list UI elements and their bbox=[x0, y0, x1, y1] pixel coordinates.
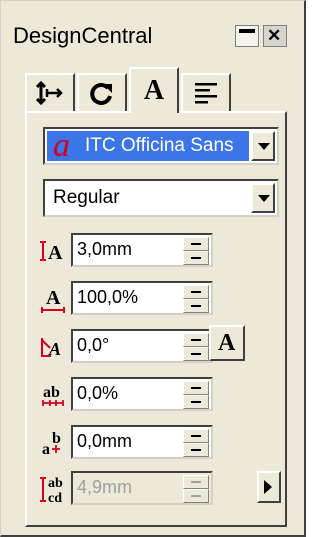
font-name-value[interactable]: a ITC Officina Sans bbox=[47, 131, 249, 161]
font-name-combobox[interactable]: a ITC Officina Sans bbox=[43, 127, 279, 165]
tab-character[interactable]: A bbox=[129, 67, 179, 113]
spin-down-button[interactable] bbox=[183, 299, 209, 313]
font-size-row: A 3,0mm bbox=[39, 233, 279, 269]
spin-down-button[interactable] bbox=[183, 489, 209, 503]
svg-text:cd: cd bbox=[48, 491, 62, 504]
spin-up-button[interactable] bbox=[183, 285, 209, 299]
horizontal-scale-spinner[interactable] bbox=[183, 285, 209, 313]
slant-angle-spinner[interactable] bbox=[183, 333, 209, 361]
close-icon: ✕ bbox=[267, 26, 282, 45]
spin-down-button[interactable] bbox=[183, 395, 209, 409]
design-central-window: DesignCentral ✕ A a ITC Officina Sans Re… bbox=[0, 0, 306, 537]
font-size-icon: A bbox=[40, 241, 63, 264]
slant-angle-input[interactable]: 0,0° bbox=[71, 329, 213, 363]
font-size-input[interactable]: 3,0mm bbox=[71, 233, 213, 267]
character-panel: a ITC Officina Sans Regular bbox=[25, 111, 287, 527]
spacing-arrows-icon bbox=[35, 80, 63, 106]
letter-a-icon: A bbox=[143, 75, 165, 106]
svg-text:ab: ab bbox=[48, 476, 63, 491]
character-spacing-spinner[interactable] bbox=[183, 381, 209, 409]
svg-text:A: A bbox=[48, 339, 61, 359]
style-dropdown-button[interactable] bbox=[251, 183, 275, 213]
horizontal-scale-row: A 100,0% bbox=[39, 281, 279, 317]
window-title: DesignCentral bbox=[13, 23, 153, 48]
tab-strip: A bbox=[25, 67, 265, 113]
character-spacing-icon: ab bbox=[42, 384, 64, 406]
svg-text:A: A bbox=[46, 287, 61, 309]
font-style-combobox[interactable]: Regular bbox=[43, 179, 279, 217]
spin-up-button[interactable] bbox=[183, 429, 209, 443]
baseline-offset-spinner[interactable] bbox=[183, 429, 209, 457]
close-button[interactable]: ✕ bbox=[263, 25, 287, 47]
slant-angle-icon: A bbox=[41, 338, 61, 359]
line-spacing-menu-button[interactable] bbox=[257, 471, 281, 503]
tab-rotate[interactable] bbox=[77, 73, 127, 111]
baseline-offset-input[interactable]: 0,0mm bbox=[71, 425, 213, 459]
horizontal-scale-icon: A bbox=[41, 287, 65, 313]
svg-text:A: A bbox=[48, 242, 63, 264]
title-bar[interactable]: DesignCentral ✕ bbox=[3, 3, 302, 65]
align-left-lines-icon bbox=[195, 83, 217, 104]
horizontal-scale-input[interactable]: 100,0% bbox=[71, 281, 213, 315]
spin-down-button[interactable] bbox=[183, 347, 209, 361]
font-type-icon: a bbox=[53, 131, 70, 161]
rotate-arrow-icon bbox=[90, 82, 112, 105]
spin-up-button[interactable] bbox=[183, 237, 209, 251]
spin-up-button[interactable] bbox=[183, 475, 209, 489]
svg-text:b: b bbox=[52, 430, 61, 447]
svg-text:ab: ab bbox=[43, 384, 60, 401]
line-spacing-spinner[interactable] bbox=[183, 475, 209, 503]
font-style-value[interactable]: Regular bbox=[47, 183, 249, 213]
line-spacing-input[interactable]: 4,9mm bbox=[71, 471, 213, 505]
spin-up-button[interactable] bbox=[183, 333, 209, 347]
svg-text:a: a bbox=[42, 441, 50, 458]
line-spacing-icon: ab cd bbox=[40, 476, 63, 504]
font-dropdown-button[interactable] bbox=[251, 131, 275, 161]
font-size-spinner[interactable] bbox=[183, 237, 209, 265]
minimize-button[interactable] bbox=[235, 25, 259, 47]
text-style-button[interactable]: A bbox=[209, 325, 245, 361]
tab-alignment[interactable] bbox=[181, 73, 231, 111]
baseline-offset-row: a b 0,0mm bbox=[39, 425, 279, 461]
font-name-text: ITC Officina Sans bbox=[85, 135, 234, 156]
line-spacing-row: ab cd 4,9mm bbox=[39, 471, 279, 507]
spin-down-button[interactable] bbox=[183, 443, 209, 457]
character-spacing-input[interactable]: 0,0% bbox=[71, 377, 213, 411]
letter-a-icon: A bbox=[218, 330, 236, 356]
tab-paragraph-spacing[interactable] bbox=[25, 73, 75, 111]
character-spacing-row: ab 0,0% bbox=[39, 377, 279, 413]
baseline-offset-icon: a b bbox=[42, 430, 61, 458]
spin-up-button[interactable] bbox=[183, 381, 209, 395]
spin-down-button[interactable] bbox=[183, 251, 209, 265]
